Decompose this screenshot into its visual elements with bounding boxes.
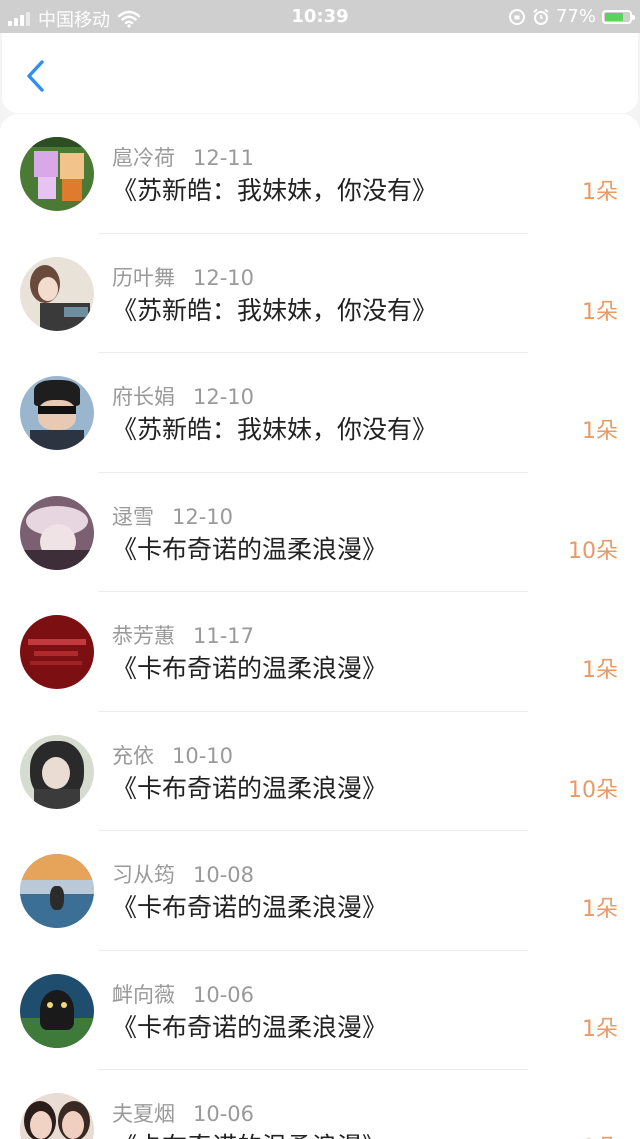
record-meta: 衅向薇 10-06 <box>112 979 254 1009</box>
avatar-detail <box>64 306 88 317</box>
avatar-detail <box>30 661 82 665</box>
user-name[interactable]: 充依 <box>112 744 154 768</box>
gift-record-row[interactable]: 衅向薇 10-06 《卡布奇诺的温柔浪漫》 1朵 <box>0 951 640 1070</box>
record-meta: 逯雪 12-10 <box>112 501 233 531</box>
user-name[interactable]: 府长娟 <box>112 385 175 409</box>
gift-record-row[interactable]: 充依 10-10 《卡布奇诺的温柔浪漫》 10朵 <box>0 712 640 831</box>
record-date: 10-06 <box>193 982 255 1007</box>
flower-count: 1朵 <box>582 1016 618 1042</box>
work-title[interactable]: 《卡布奇诺的温柔浪漫》 <box>112 1127 387 1139</box>
avatar-detail <box>30 1111 52 1139</box>
flower-count: 1朵 <box>582 658 618 683</box>
avatar-detail <box>42 756 70 789</box>
avatar[interactable] <box>20 854 94 928</box>
work-title[interactable]: 《卡布奇诺的温柔浪漫》 <box>112 649 387 685</box>
user-name[interactable]: 逯雪 <box>112 505 154 529</box>
avatar[interactable] <box>20 376 94 450</box>
chevron-left-icon[interactable] <box>22 59 52 93</box>
avatar-detail <box>20 854 94 880</box>
record-meta: 恭芳蕙 11-17 <box>112 620 254 650</box>
gift-record-row[interactable]: 恭芳蕙 11-17 《卡布奇诺的温柔浪漫》 1朵 <box>0 592 640 712</box>
avatar[interactable] <box>20 137 94 211</box>
avatar-detail <box>38 406 76 414</box>
record-date: 12-10 <box>193 385 255 409</box>
flower-count: 10朵 <box>568 777 618 803</box>
record-date: 10-06 <box>193 1102 255 1126</box>
work-title[interactable]: 《苏新皓：我妹妹，你没有》 <box>112 171 437 207</box>
flower-count: 1朵 <box>582 1130 618 1139</box>
work-title[interactable]: 《卡布奇诺的温柔浪漫》 <box>112 769 387 805</box>
record-meta: 充依 10-10 <box>112 740 233 770</box>
gift-record-row[interactable]: 夫夏烟 10-06《卡布奇诺的温柔浪漫》 1朵 <box>0 1070 640 1139</box>
avatar-detail <box>30 430 84 450</box>
record-date: 12-11 <box>193 146 255 170</box>
avatar[interactable] <box>20 973 94 1048</box>
record-meta: 夫夏烟 10-06 <box>112 1098 254 1128</box>
gift-record-list: 扈冷荷 12-11 《苏新皓：我妹妹，你没有》 1朵 历叶舞 12-10 《苏新皓：我妹妹，… <box>0 114 640 1139</box>
work-title[interactable]: 《苏新皓：我妹妹，你没有》 <box>112 410 437 446</box>
record-date: 12-10 <box>193 265 255 290</box>
status-right: 77% <box>508 6 635 27</box>
nav-bar <box>2 33 638 113</box>
avatar[interactable] <box>20 615 94 689</box>
avatar-detail <box>34 788 80 809</box>
user-name[interactable]: 扈冷荷 <box>112 146 175 170</box>
record-date: 11-17 <box>193 624 255 648</box>
work-title[interactable]: 《卡布奇诺的温柔浪漫》 <box>112 1008 387 1044</box>
flower-count: 1朵 <box>582 180 618 205</box>
work-title[interactable]: 《卡布奇诺的温柔浪漫》 <box>112 530 387 566</box>
lock-rotation-icon <box>508 8 525 25</box>
avatar-detail <box>34 151 58 177</box>
flower-count: 1朵 <box>582 419 618 444</box>
battery-percent: 77% <box>555 6 596 27</box>
avatar-detail <box>28 639 86 645</box>
avatar[interactable] <box>20 495 94 570</box>
avatar-detail <box>34 651 78 656</box>
avatar-detail <box>47 1001 53 1008</box>
user-name[interactable]: 恭芳蕙 <box>112 624 175 648</box>
avatar-detail <box>40 989 74 1030</box>
avatar-detail <box>62 179 82 201</box>
record-date: 10-08 <box>193 863 255 887</box>
gift-record-row[interactable]: 历叶舞 12-10 《苏新皓：我妹妹，你没有》 1朵 <box>0 234 640 353</box>
work-title[interactable]: 《苏新皓：我妹妹，你没有》 <box>112 291 437 327</box>
record-meta: 历叶舞 12-10 <box>112 262 254 292</box>
gift-record-row[interactable]: 扈冷荷 12-11 《苏新皓：我妹妹，你没有》 1朵 <box>0 114 640 234</box>
status-bar: 中国移动 10:39 77% <box>0 0 640 33</box>
avatar-detail <box>38 177 56 199</box>
record-meta: 习从筠 10-08 <box>112 859 254 889</box>
avatar[interactable] <box>20 256 94 331</box>
avatar-detail <box>38 400 76 430</box>
avatar-detail <box>20 549 94 570</box>
record-date: 12-10 <box>172 504 234 529</box>
gift-record-row[interactable]: 逯雪 12-10 《卡布奇诺的温柔浪漫》 10朵 <box>0 473 640 592</box>
alarm-icon <box>533 8 549 25</box>
avatar[interactable] <box>20 734 94 809</box>
avatar-detail <box>38 276 58 301</box>
avatar-detail <box>61 1001 67 1008</box>
flower-count: 10朵 <box>568 538 618 564</box>
flower-count: 1朵 <box>582 897 618 922</box>
avatar-detail <box>60 153 84 179</box>
gift-record-row[interactable]: 习从筠 10-08 《卡布奇诺的温柔浪漫》 1朵 <box>0 831 640 951</box>
user-name[interactable]: 习从筠 <box>112 863 175 887</box>
user-name[interactable]: 衅向薇 <box>112 983 175 1007</box>
gift-record-row[interactable]: 府长娟 12-10 《苏新皓：我妹妹，你没有》 1朵 <box>0 353 640 473</box>
record-date: 10-10 <box>172 743 234 768</box>
work-title[interactable]: 《卡布奇诺的温柔浪漫》 <box>112 888 387 924</box>
user-name[interactable]: 夫夏烟 <box>112 1102 175 1126</box>
avatar-detail <box>20 137 94 147</box>
flower-count: 1朵 <box>582 299 618 325</box>
record-meta: 府长娟 12-10 <box>112 381 254 411</box>
avatar[interactable] <box>20 1093 94 1139</box>
record-meta: 扈冷荷 12-11 <box>112 142 254 172</box>
user-name[interactable]: 历叶舞 <box>112 266 175 290</box>
avatar-detail <box>62 1111 84 1139</box>
avatar-detail <box>50 886 64 910</box>
battery-icon <box>602 9 635 24</box>
